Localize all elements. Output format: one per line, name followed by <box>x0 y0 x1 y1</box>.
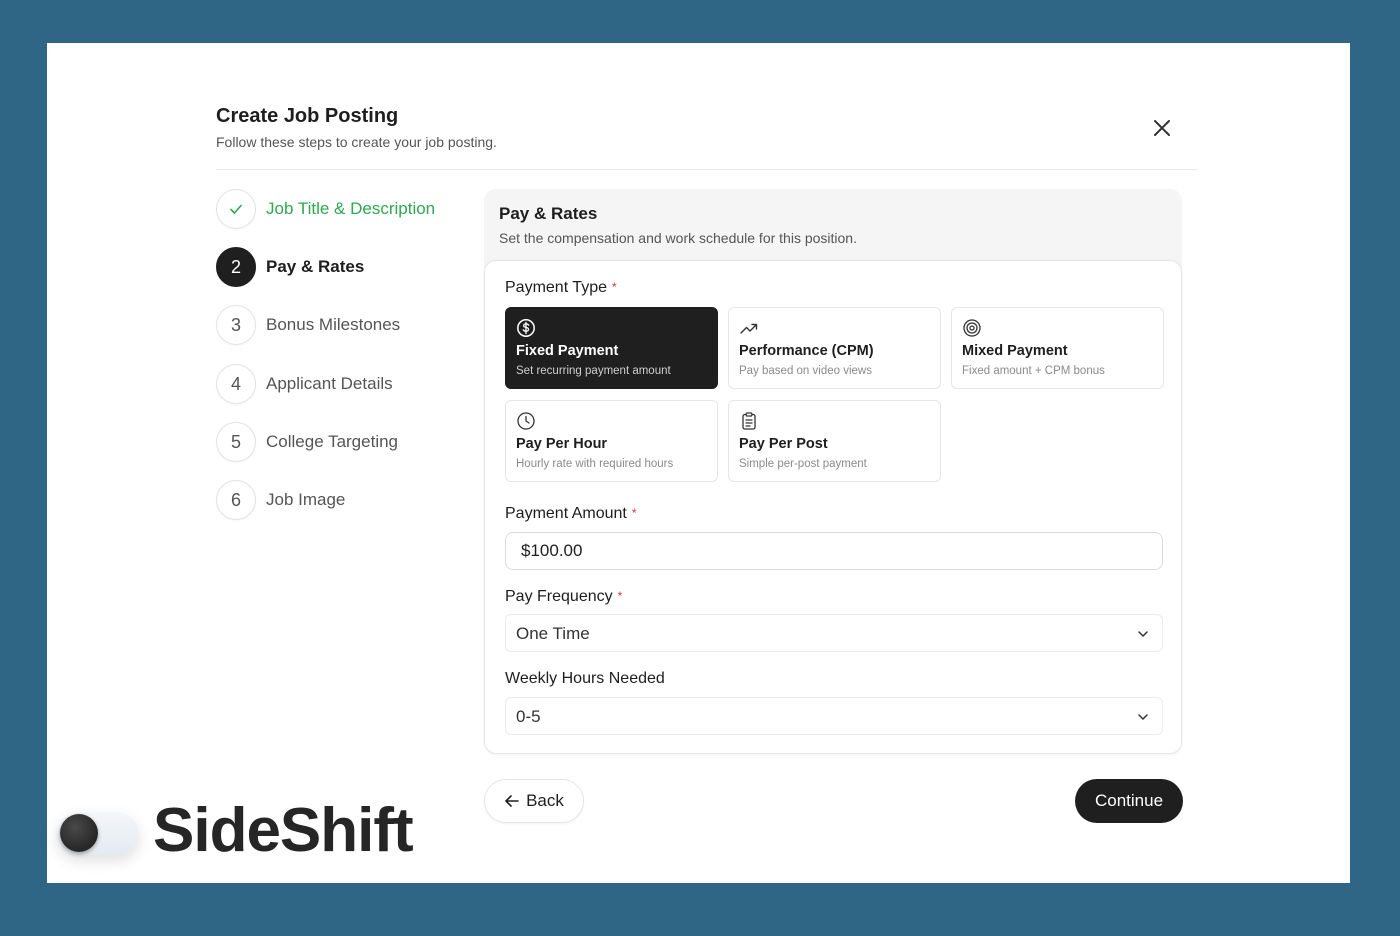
step-college-targeting[interactable]: 5 College Targeting <box>216 422 398 462</box>
pay-rates-form: Payment Type * Fixed Payment Set recurrin… <box>484 260 1182 754</box>
step-label: College Targeting <box>266 432 398 451</box>
step-label: Job Title & Description <box>266 199 436 218</box>
check-icon <box>230 204 242 214</box>
option-description: Simple per-post payment <box>739 458 867 470</box>
payment-option-hourly[interactable]: Pay Per Hour Hourly rate with required h… <box>505 400 718 482</box>
step-bonus-milestones[interactable]: 3 Bonus Milestones <box>216 305 400 345</box>
section-title: Pay & Rates <box>499 204 598 223</box>
step-job-title[interactable]: Job Title & Description <box>216 189 435 229</box>
brand-name: SideShift <box>153 796 414 865</box>
option-title: Fixed Payment <box>516 343 619 359</box>
payment-type-label: Payment Type * <box>505 279 617 296</box>
dialog-subtitle: Follow these steps to create your job po… <box>216 134 497 150</box>
close-button[interactable] <box>1149 115 1175 141</box>
option-title: Mixed Payment <box>962 343 1068 359</box>
step-label: Applicant Details <box>266 374 393 393</box>
section-header: Pay & Rates Set the compensation and wor… <box>484 189 1182 269</box>
payment-option-cpm[interactable]: Performance (CPM) Pay based on video vie… <box>728 307 941 389</box>
step-job-image[interactable]: 6 Job Image <box>216 480 345 520</box>
toggle-knob <box>60 814 98 852</box>
option-description: Fixed amount + CPM bonus <box>962 365 1105 377</box>
close-icon <box>1154 120 1170 136</box>
weekly-hours-select[interactable]: 0-5 <box>505 697 1163 735</box>
step-number: 3 <box>216 305 256 345</box>
pay-frequency-label: Pay Frequency * <box>505 588 623 605</box>
trending-up-icon <box>740 323 758 334</box>
step-label: Bonus Milestones <box>266 315 401 334</box>
payment-option-mixed[interactable]: Mixed Payment Fixed amount + CPM bonus <box>951 307 1164 389</box>
option-description: Hourly rate with required hours <box>516 458 674 470</box>
required-mark: * <box>611 280 617 294</box>
payment-amount-label: Payment Amount * <box>505 505 637 522</box>
pay-frequency-select[interactable]: One Time <box>505 614 1163 652</box>
payment-amount-field[interactable] <box>505 532 1163 570</box>
back-label: Back <box>526 791 564 810</box>
dialog-title: Create Job Posting <box>216 105 399 127</box>
dialog-header: Create Job Posting Follow these steps to… <box>216 101 1197 170</box>
clipboard-icon <box>742 412 756 430</box>
section-description: Set the compensation and work schedule f… <box>499 230 857 246</box>
step-number: 5 <box>216 422 256 462</box>
back-button[interactable]: Back <box>484 779 584 823</box>
option-title: Pay Per Post <box>739 436 828 452</box>
weekly-hours-label: Weekly Hours Needed <box>505 670 665 687</box>
payment-amount-input[interactable] <box>506 533 1162 569</box>
option-description: Pay based on video views <box>739 365 872 377</box>
dollar-circle-icon <box>517 319 535 337</box>
option-description: Set recurring payment amount <box>516 365 671 377</box>
arrow-left-icon <box>505 795 519 807</box>
step-number: 2 <box>216 247 256 287</box>
required-mark: * <box>617 589 623 603</box>
target-icon <box>963 319 981 337</box>
option-title: Pay Per Hour <box>516 436 608 452</box>
continue-button[interactable]: Continue <box>1075 779 1183 823</box>
pay-frequency-value: One Time <box>516 624 590 643</box>
option-title: Performance (CPM) <box>739 343 874 359</box>
step-label: Job Image <box>266 490 346 509</box>
step-number: 6 <box>216 480 256 520</box>
step-applicant-details[interactable]: 4 Applicant Details <box>216 364 393 404</box>
clock-icon <box>517 412 535 430</box>
weekly-hours-value: 0-5 <box>516 707 541 726</box>
step-circle <box>216 189 256 229</box>
chevron-down-icon <box>1138 631 1148 637</box>
payment-option-fixed[interactable]: Fixed Payment Set recurring payment amou… <box>505 307 718 389</box>
step-number: 4 <box>216 364 256 404</box>
step-label: Pay & Rates <box>266 257 365 276</box>
step-pay-rates[interactable]: 2 Pay & Rates <box>216 247 364 287</box>
toggle-logo-icon <box>57 811 139 855</box>
payment-option-per-post[interactable]: Pay Per Post Simple per-post payment <box>728 400 941 482</box>
required-mark: * <box>631 506 637 520</box>
chevron-down-icon <box>1138 714 1148 720</box>
app-frame: Create Job Posting Follow these steps to… <box>47 43 1350 883</box>
